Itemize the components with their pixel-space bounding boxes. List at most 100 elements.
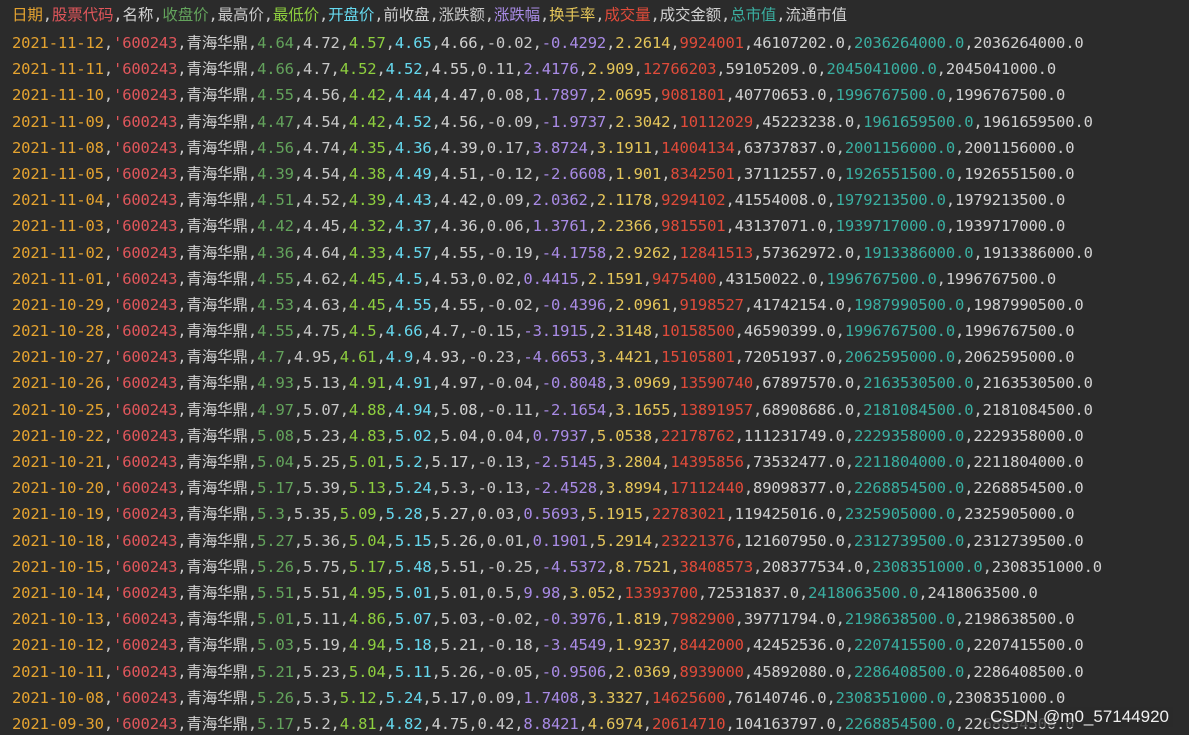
comma-separator: , (826, 191, 836, 210)
comma-separator: , (208, 6, 218, 24)
csv-row[interactable]: 2021-10-22,'600243,青海华鼎,5.08,5.23,4.83,5… (0, 423, 1189, 449)
comma-separator: , (431, 610, 441, 629)
csv-row[interactable]: 2021-11-05,'600243,青海华鼎,4.39,4.54,4.38,4… (0, 161, 1189, 187)
data-cell: 4.93 (257, 374, 294, 393)
comma-separator: , (743, 453, 754, 471)
data-cell: -3.1915 (523, 322, 588, 341)
comma-separator: , (964, 531, 974, 550)
csv-row[interactable]: 2021-10-19,'600243,青海华鼎,5.3,5.35,5.09,5.… (0, 501, 1189, 527)
csv-row[interactable]: 2021-10-25,'600243,青海华鼎,4.97,5.07,4.88,4… (0, 397, 1189, 423)
data-cell: 4.88 (348, 400, 386, 419)
csv-row[interactable]: 2021-10-29,'600243,青海华鼎,4.53,4.63,4.45,4… (0, 292, 1189, 318)
data-cell: -2.1654 (541, 400, 607, 419)
comma-separator: , (973, 112, 983, 131)
csv-row[interactable]: 2021-11-04,'600243,青海华鼎,4.51,4.52,4.39,4… (0, 187, 1189, 213)
csv-row[interactable]: 2021-11-12,'600243,青海华鼎,4.64,4.72,4.57,4… (0, 30, 1189, 56)
csv-editor[interactable]: 日期,股票代码,名称,收盘价,最高价,最低价,开盘价,前收盘,涨跌额,涨跌幅,换… (0, 0, 1189, 735)
comma-separator: , (376, 688, 386, 707)
data-cell: 5.07 (303, 400, 340, 419)
comma-separator: , (661, 610, 671, 629)
data-cell: -0.02 (486, 295, 533, 314)
comma-separator: , (339, 610, 349, 629)
header-cell: 开盘价 (328, 6, 375, 24)
csv-row[interactable]: 2021-11-01,'600243,青海华鼎,4.55,4.62,4.45,4… (0, 266, 1189, 292)
data-cell: 0.11 (477, 60, 515, 79)
comma-separator: , (339, 531, 349, 550)
comma-separator: , (854, 112, 864, 131)
csv-row[interactable]: 2021-10-28,'600243,青海华鼎,4.55,4.75,4.5,4.… (0, 318, 1189, 344)
data-cell: 4.47 (257, 112, 294, 131)
comma-separator: , (477, 112, 487, 131)
data-cell: '600243 (113, 60, 178, 79)
data-cell: 5.01 (257, 610, 294, 629)
data-cell: 5.24 (385, 688, 423, 707)
data-cell: 4.52 (303, 191, 340, 210)
comma-separator: , (247, 243, 258, 262)
csv-row[interactable]: 2021-10-13,'600243,青海华鼎,5.01,5.11,4.86,5… (0, 606, 1189, 632)
data-cell: 3.1655 (615, 400, 671, 419)
data-cell: 38408573 (679, 557, 754, 576)
comma-separator: , (293, 138, 303, 157)
csv-row[interactable]: 2021-10-11,'600243,青海华鼎,5.21,5.23,5.04,5… (0, 659, 1189, 685)
csv-header-row[interactable]: 日期,股票代码,名称,收盘价,最高价,最低价,开盘价,前收盘,涨跌额,涨跌幅,换… (0, 0, 1189, 30)
csv-row[interactable]: 2021-11-03,'600243,青海华鼎,4.42,4.45,4.32,4… (0, 213, 1189, 239)
comma-separator: , (413, 348, 423, 367)
csv-row[interactable]: 2021-10-21,'600243,青海华鼎,5.04,5.25,5.01,5… (0, 449, 1189, 475)
csv-row[interactable]: 2021-10-20,'600243,青海华鼎,5.17,5.39,5.13,5… (0, 475, 1189, 501)
data-cell: 1996767500.0 (964, 322, 1075, 341)
comma-separator: , (385, 269, 395, 288)
comma-separator: , (293, 636, 303, 655)
comma-separator: , (293, 662, 303, 681)
csv-row[interactable]: 2021-10-15,'600243,青海华鼎,5.26,5.75,5.17,5… (0, 554, 1189, 580)
data-cell: 5.01 (440, 583, 478, 602)
data-cell: '600243 (113, 217, 178, 236)
comma-separator: , (293, 714, 303, 733)
data-cell: 4.63 (303, 295, 340, 314)
comma-separator: , (247, 60, 258, 79)
data-cell: 2021-10-18 (12, 531, 104, 550)
csv-row[interactable]: 2021-11-02,'600243,青海华鼎,4.36,4.64,4.33,4… (0, 240, 1189, 266)
data-cell: -1.9737 (541, 112, 607, 131)
csv-row[interactable]: 2021-10-18,'600243,青海华鼎,5.27,5.36,5.04,5… (0, 528, 1189, 554)
csv-row[interactable]: 2021-11-11,'600243,青海华鼎,4.66,4.7,4.52,4.… (0, 56, 1189, 82)
csv-row[interactable]: 2021-11-09,'600243,青海华鼎,4.47,4.54,4.42,4… (0, 109, 1189, 135)
csv-row[interactable]: 2021-10-26,'600243,青海华鼎,4.93,5.13,4.91,4… (0, 370, 1189, 396)
data-cell: 5.27 (431, 505, 469, 524)
data-cell: 2325905000.0 (964, 505, 1075, 524)
comma-separator: , (661, 453, 671, 471)
data-cell: 89098377.0 (753, 479, 845, 498)
data-cell: 1996767500.0 (826, 269, 937, 288)
data-cell: 2021-10-19 (12, 505, 104, 524)
comma-separator: , (606, 374, 616, 393)
header-cell: 成交金额 (659, 6, 722, 24)
comma-separator: , (247, 112, 258, 131)
csv-row[interactable]: 2021-10-12,'600243,青海华鼎,5.03,5.19,4.94,5… (0, 632, 1189, 658)
data-cell: 4.33 (348, 243, 386, 262)
comma-separator: , (523, 217, 533, 236)
data-cell: 青海华鼎 (186, 86, 248, 105)
data-cell: 5.2914 (596, 531, 652, 550)
data-cell: 4.66 (385, 322, 423, 341)
comma-separator: , (339, 662, 349, 681)
csv-row[interactable]: 2021-10-27,'600243,青海华鼎,4.7,4.95,4.61,4.… (0, 344, 1189, 370)
comma-separator: , (955, 505, 965, 524)
data-cell: 5.39 (303, 479, 340, 498)
data-cell: 5.15 (394, 531, 432, 550)
csv-row[interactable]: 2021-11-10,'600243,青海华鼎,4.55,4.56,4.42,4… (0, 82, 1189, 108)
data-cell: 0.03 (477, 505, 515, 524)
data-cell: 4.54 (303, 164, 340, 183)
data-cell: -2.5145 (532, 453, 597, 471)
data-cell: 1.7897 (532, 86, 588, 105)
comma-separator: , (844, 636, 855, 655)
comma-separator: , (532, 636, 542, 655)
data-cell: 2021-10-20 (12, 479, 104, 498)
data-cell: '600243 (113, 426, 178, 445)
comma-separator: , (103, 479, 114, 498)
comma-separator: , (103, 374, 114, 393)
csv-row[interactable]: 2021-10-14,'600243,青海华鼎,5.51,5.51,4.95,5… (0, 580, 1189, 606)
comma-separator: , (697, 583, 708, 602)
csv-row[interactable]: 2021-11-08,'600243,青海华鼎,4.56,4.74,4.35,4… (0, 135, 1189, 161)
comma-separator: , (284, 505, 294, 524)
data-cell: 0.06 (486, 217, 524, 236)
data-cell: 5.0538 (596, 426, 652, 445)
